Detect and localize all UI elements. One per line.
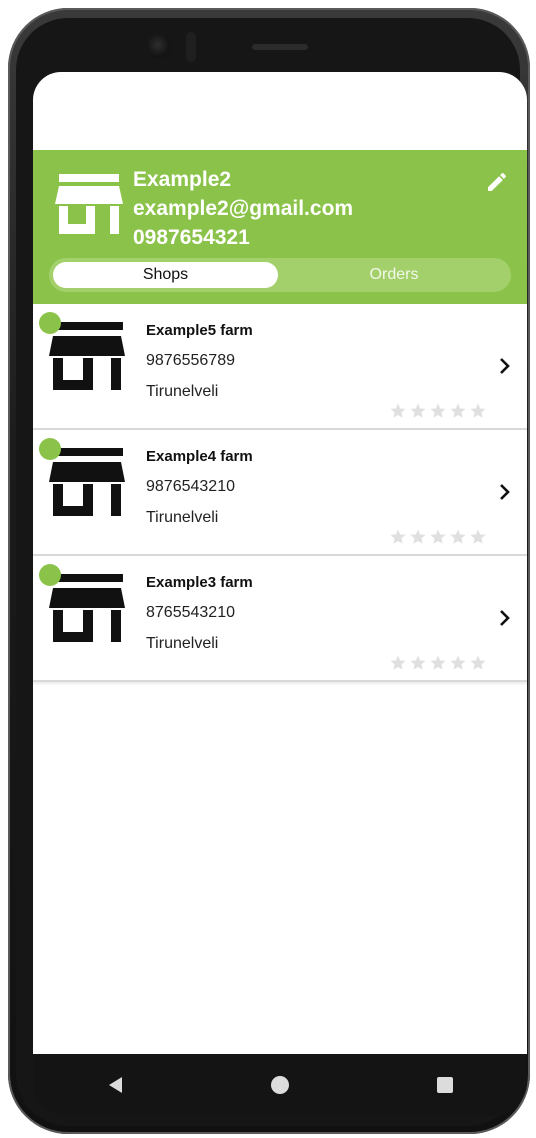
- status-dot: [39, 564, 61, 586]
- system-nav-bar: [33, 1054, 527, 1116]
- star-icon[interactable]: [389, 654, 407, 672]
- star-icon[interactable]: [389, 528, 407, 546]
- rating-stars[interactable]: [389, 528, 487, 546]
- shop-name: Example4 farm: [146, 448, 253, 465]
- recents-square-icon: [436, 1077, 453, 1093]
- star-icon[interactable]: [409, 402, 427, 420]
- shop-phone: 9876556789: [146, 352, 235, 369]
- star-icon[interactable]: [409, 528, 427, 546]
- status-dot: [39, 312, 61, 334]
- chevron-right-icon[interactable]: [497, 356, 513, 376]
- store-icon: [49, 322, 125, 390]
- nav-back-button[interactable]: [85, 1065, 145, 1105]
- shop-city: Tirunelveli: [146, 509, 219, 526]
- tab-shops[interactable]: Shops: [53, 262, 278, 288]
- earpiece-speaker: [252, 44, 308, 50]
- chevron-right-icon[interactable]: [497, 482, 513, 502]
- profile-name: Example2: [133, 168, 232, 191]
- app-screen: Example2 example2@gmail.com 0987654321 S…: [33, 72, 527, 1054]
- profile-header: Example2 example2@gmail.com 0987654321 S…: [33, 150, 527, 304]
- store-icon: [49, 574, 125, 642]
- pencil-icon[interactable]: [485, 170, 509, 194]
- front-camera: [147, 34, 171, 58]
- star-icon[interactable]: [469, 528, 487, 546]
- profile-phone: 0987654321: [133, 226, 250, 249]
- status-dot: [39, 438, 61, 460]
- rating-stars[interactable]: [389, 654, 487, 672]
- nav-home-button[interactable]: [250, 1065, 310, 1105]
- proximity-sensor: [186, 32, 196, 62]
- store-icon: [55, 174, 123, 234]
- star-icon[interactable]: [449, 654, 467, 672]
- shop-city: Tirunelveli: [146, 383, 219, 400]
- tab-bar: Shops Orders: [49, 258, 511, 292]
- shop-list-item[interactable]: Example3 farm 8765543210 Tirunelveli: [33, 556, 527, 682]
- star-icon[interactable]: [449, 402, 467, 420]
- tab-orders[interactable]: Orders: [281, 262, 507, 288]
- profile-email: example2@gmail.com: [133, 197, 354, 220]
- shop-list-item[interactable]: Example5 farm 9876556789 Tirunelveli: [33, 304, 527, 430]
- shop-list-item[interactable]: Example4 farm 9876543210 Tirunelveli: [33, 430, 527, 556]
- chevron-right-icon[interactable]: [497, 608, 513, 628]
- star-icon[interactable]: [429, 528, 447, 546]
- star-icon[interactable]: [469, 402, 487, 420]
- shop-phone: 9876543210: [146, 478, 235, 495]
- star-icon[interactable]: [389, 402, 407, 420]
- star-icon[interactable]: [409, 654, 427, 672]
- star-icon[interactable]: [429, 654, 447, 672]
- rating-stars[interactable]: [389, 402, 487, 420]
- star-icon[interactable]: [469, 654, 487, 672]
- star-icon[interactable]: [429, 402, 447, 420]
- nav-recents-button[interactable]: [415, 1065, 475, 1105]
- home-circle-icon: [270, 1076, 289, 1094]
- shop-name: Example5 farm: [146, 322, 253, 339]
- shop-phone: 8765543210: [146, 604, 235, 621]
- back-triangle-icon: [109, 1077, 123, 1093]
- shop-name: Example3 farm: [146, 574, 253, 591]
- star-icon[interactable]: [449, 528, 467, 546]
- shop-city: Tirunelveli: [146, 635, 219, 652]
- store-icon: [49, 448, 125, 516]
